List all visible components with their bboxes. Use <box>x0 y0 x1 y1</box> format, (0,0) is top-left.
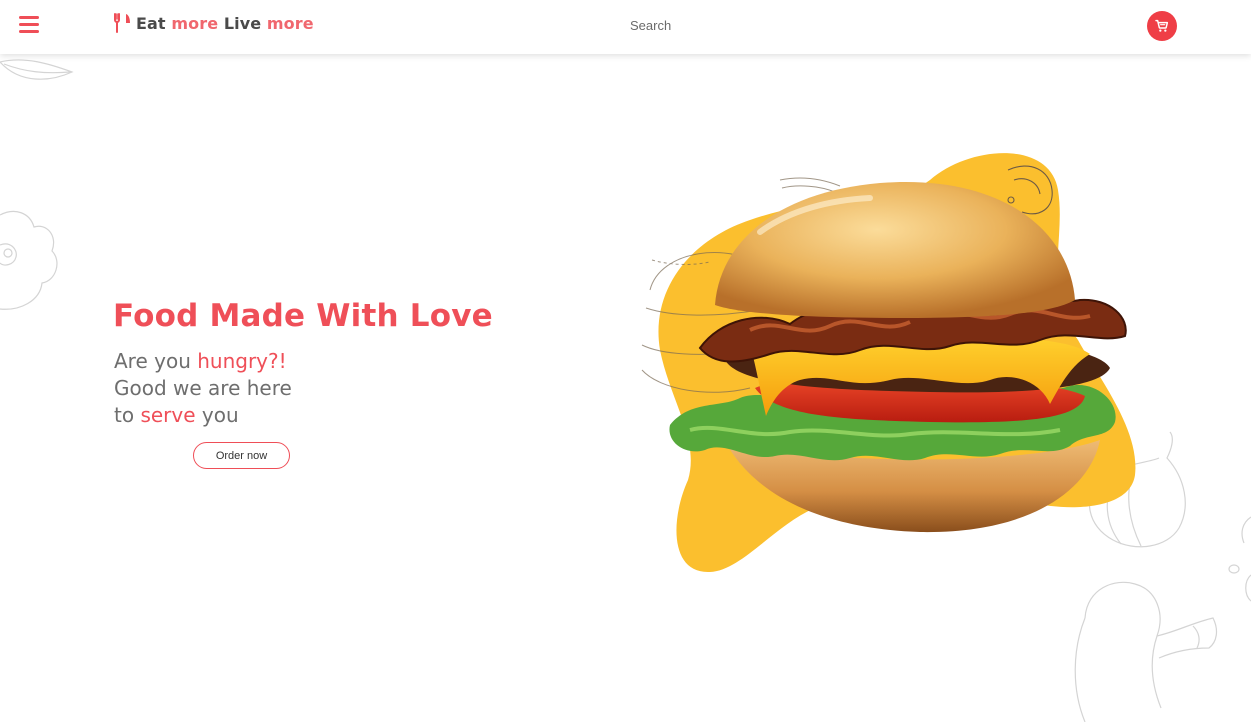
hero-title: Food Made With Love <box>113 298 493 334</box>
cauliflower-doodle-icon <box>0 210 58 310</box>
hero-line-3: to serve you <box>114 403 239 427</box>
hero-line-2: Good we are here <box>114 376 292 400</box>
brand-logo[interactable]: Eat more Live more <box>113 13 314 33</box>
leaf-doodle-icon <box>0 59 74 80</box>
order-now-button[interactable]: Order now <box>193 442 290 469</box>
landing-page: Eat more Live more Search Food Made With… <box>0 0 1251 722</box>
shopping-cart-icon <box>1155 19 1169 32</box>
bacon-cheeseburger-image <box>641 153 1136 573</box>
mushroom-doodle-icon <box>1074 581 1218 722</box>
top-navbar: Eat more Live more <box>0 0 1251 54</box>
brand-name: Eat more Live more <box>136 13 314 33</box>
hero-line-1: Are you hungry?! <box>114 349 287 373</box>
herb-doodle-icon <box>1228 516 1251 602</box>
cart-button[interactable] <box>1147 11 1177 41</box>
search-input[interactable] <box>630 14 930 36</box>
fork-knife-icon <box>114 13 130 33</box>
hero-subtitle: Are you hungry?! Good we are here to ser… <box>114 348 292 429</box>
hamburger-menu-icon[interactable] <box>19 16 39 34</box>
